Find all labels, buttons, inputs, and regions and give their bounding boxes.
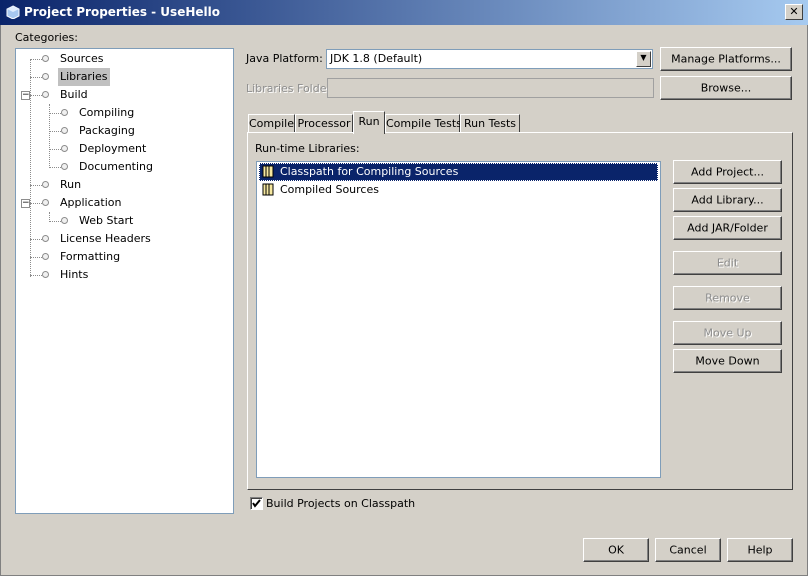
checkmark-icon	[252, 499, 261, 508]
collapse-icon[interactable]: −	[21, 91, 30, 100]
tree-node-icon	[42, 235, 49, 242]
add-jar-folder-button[interactable]: Add JAR/Folder	[673, 216, 782, 240]
tab-compile[interactable]: Compile	[248, 114, 295, 133]
tree-item-compiling[interactable]: Compiling	[79, 104, 134, 122]
move-down-button[interactable]: Move Down	[673, 349, 782, 373]
library-icon	[262, 183, 274, 196]
tree-item-web-start[interactable]: Web Start	[79, 212, 133, 230]
list-item[interactable]: Compiled Sources	[259, 181, 658, 199]
move-up-button[interactable]: Move Up	[673, 321, 782, 345]
help-button[interactable]: Help	[727, 538, 793, 562]
tree-item-sources[interactable]: Sources	[60, 50, 104, 68]
add-library-button[interactable]: Add Library...	[673, 188, 782, 212]
tree-node-icon	[61, 163, 68, 170]
tab-processor[interactable]: Processor	[295, 114, 353, 133]
tree-node-icon	[42, 55, 49, 62]
tree-node-icon	[42, 73, 49, 80]
tree-node-icon	[61, 127, 68, 134]
browse-button[interactable]: Browse...	[660, 76, 792, 100]
chevron-down-icon[interactable]: ▼	[636, 51, 651, 67]
runtime-libraries-list[interactable]: Classpath for Compiling Sources Compiled…	[256, 161, 661, 478]
collapse-icon[interactable]: −	[21, 199, 30, 208]
tree-item-application[interactable]: Application	[60, 194, 121, 212]
tree-node-icon	[42, 91, 49, 98]
tree-item-deployment[interactable]: Deployment	[79, 140, 146, 158]
tab-compile-tests[interactable]: Compile Tests	[385, 114, 462, 133]
add-project-button[interactable]: Add Project...	[673, 160, 782, 184]
manage-platforms-button[interactable]: Manage Platforms...	[660, 47, 792, 71]
edit-button[interactable]: Edit	[673, 251, 782, 275]
window-title: Project Properties - UseHello	[24, 5, 220, 19]
java-platform-select[interactable]: JDK 1.8 (Default) ▼	[326, 49, 653, 69]
java-platform-label: Java Platform:	[246, 52, 323, 65]
title-bar: Project Properties - UseHello ✕	[0, 0, 808, 25]
java-project-icon	[6, 5, 20, 19]
tree-item-run[interactable]: Run	[60, 176, 81, 194]
build-projects-checkbox[interactable]	[250, 497, 263, 510]
tree-node-icon	[42, 199, 49, 206]
tree-item-build[interactable]: Build	[60, 86, 88, 104]
tree-node-icon	[42, 271, 49, 278]
tree-node-icon	[61, 217, 68, 224]
tree-item-documenting[interactable]: Documenting	[79, 158, 153, 176]
tree-node-icon	[61, 109, 68, 116]
cancel-button[interactable]: Cancel	[655, 538, 721, 562]
tree-item-license-headers[interactable]: License Headers	[60, 230, 151, 248]
close-icon: ✕	[789, 5, 799, 18]
tree-item-packaging[interactable]: Packaging	[79, 122, 135, 140]
tree-node-icon	[42, 181, 49, 188]
tab-run-tests[interactable]: Run Tests	[460, 114, 520, 133]
tree-node-icon	[42, 253, 49, 260]
libraries-folder-field	[327, 78, 654, 98]
tab-run[interactable]: Run	[353, 111, 385, 134]
close-button[interactable]: ✕	[785, 4, 803, 20]
remove-button[interactable]: Remove	[673, 286, 782, 310]
tree-item-formatting[interactable]: Formatting	[60, 248, 120, 266]
runtime-libraries-label: Run-time Libraries:	[255, 142, 360, 155]
tree-item-libraries[interactable]: Libraries	[58, 68, 110, 86]
libraries-folder-label: Libraries Folder:	[246, 82, 335, 95]
categories-label: Categories:	[15, 31, 78, 44]
list-item[interactable]: Classpath for Compiling Sources	[259, 163, 658, 181]
categories-tree[interactable]: Sources Libraries − Build Compiling Pack…	[15, 48, 234, 514]
tree-item-hints[interactable]: Hints	[60, 266, 88, 284]
java-platform-value: JDK 1.8 (Default)	[330, 52, 423, 65]
tree-node-icon	[61, 145, 68, 152]
library-icon	[262, 165, 274, 178]
ok-button[interactable]: OK	[583, 538, 649, 562]
build-projects-label: Build Projects on Classpath	[266, 497, 416, 510]
tree-line	[30, 59, 31, 277]
